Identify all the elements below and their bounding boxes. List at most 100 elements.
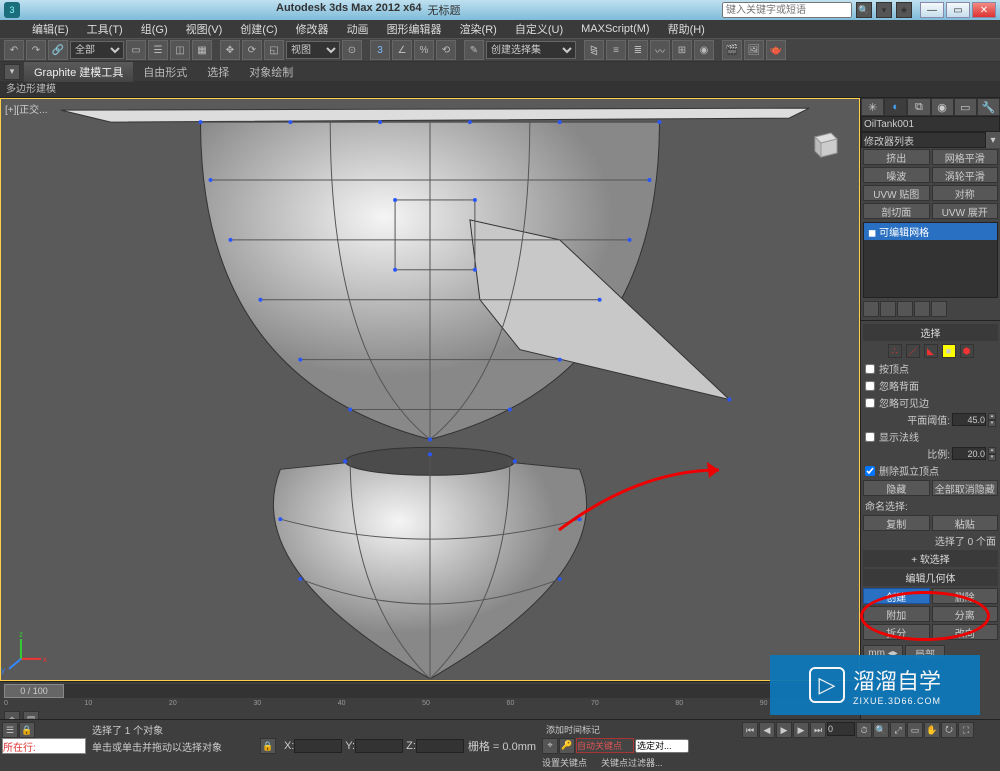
ribbon-tab-paint[interactable]: 对象绘制 (239, 62, 303, 82)
menu-tools[interactable]: 工具(T) (79, 20, 131, 38)
link-icon[interactable]: 🔗 (48, 40, 68, 60)
attach-button[interactable]: 附加 (863, 606, 930, 622)
select-region-icon[interactable]: ◫ (170, 40, 190, 60)
curve-editor-icon[interactable]: 〰 (650, 40, 670, 60)
ribbon-panel-label[interactable]: 多边形建模 (0, 82, 1000, 98)
search-go-icon[interactable]: 🔍 (856, 2, 872, 18)
key-filter-button[interactable]: 关键点过滤器... (601, 756, 681, 769)
auto-key-button[interactable]: 自动关键点 (576, 738, 634, 753)
panel-tab-hierarchy[interactable]: ⧉ (907, 98, 930, 116)
align-icon[interactable]: ≡ (606, 40, 626, 60)
panel-tab-motion[interactable]: ◉ (931, 98, 954, 116)
prev-frame-icon[interactable]: ◀ (759, 722, 775, 738)
select-name-icon[interactable]: ☰ (148, 40, 168, 60)
material-icon[interactable]: ◉ (694, 40, 714, 60)
stack-pin-icon[interactable] (863, 301, 879, 317)
maxscript-mini-icon[interactable]: ☰ (2, 722, 18, 738)
play-icon[interactable]: ▶ (776, 722, 792, 738)
render-icon[interactable]: 🫖 (766, 40, 786, 60)
by-vertex-check[interactable] (865, 364, 875, 374)
angle-snap-icon[interactable]: ∠ (392, 40, 412, 60)
mod-slice[interactable]: 剖切面 (863, 203, 930, 219)
mod-meshsmooth[interactable]: 网格平滑 (932, 149, 999, 165)
goto-end-icon[interactable]: ⏭ (810, 722, 826, 738)
rollout-editgeo[interactable]: 编辑几何体 (863, 569, 998, 586)
isolate-icon[interactable]: ⌖ (542, 738, 558, 754)
spinner-snap-icon[interactable]: ⟲ (436, 40, 456, 60)
mod-uvwmap[interactable]: UVW 贴图 (863, 185, 930, 201)
pan-icon[interactable]: ✋ (924, 722, 940, 738)
set-key-button[interactable]: 设置关键点 (542, 756, 600, 769)
ribbon-tab-select[interactable]: 选择 (197, 62, 239, 82)
turn-button[interactable]: 改向 (932, 624, 999, 640)
time-slider[interactable]: 0 / 100 0102030405060708090100 ⌖ ▤ (0, 681, 860, 719)
zoom-ext-icon[interactable]: 🔍 (873, 722, 889, 738)
selection-filter[interactable]: 全部 (70, 41, 124, 59)
move-icon[interactable]: ✥ (220, 40, 240, 60)
percent-snap-icon[interactable]: % (414, 40, 434, 60)
select-icon[interactable]: ▭ (126, 40, 146, 60)
window-crossing-icon[interactable]: ▦ (192, 40, 212, 60)
stack-unique-icon[interactable] (897, 301, 913, 317)
mod-noise[interactable]: 噪波 (863, 167, 930, 183)
key-icon[interactable]: 🔑 (559, 738, 575, 754)
stack-remove-icon[interactable] (914, 301, 930, 317)
menu-modifier[interactable]: 修改器 (288, 20, 337, 38)
menu-maxscript[interactable]: MAXScript(M) (573, 22, 657, 36)
max-button[interactable]: ▭ (946, 2, 970, 18)
help-dropdown-icon[interactable]: ▾ (876, 2, 892, 18)
mod-symmetry[interactable]: 对称 (932, 185, 999, 201)
subobj-face-icon[interactable]: ◣ (924, 344, 938, 358)
viewport-label[interactable]: [+][正交... (5, 101, 48, 116)
zoom-all-icon[interactable]: ⤢ (890, 722, 906, 738)
delete-button[interactable]: 删除 (932, 588, 999, 604)
detach-button[interactable]: 分离 (932, 606, 999, 622)
delete-iso-check[interactable] (865, 466, 875, 476)
rollout-softsel[interactable]: + 软选择 (863, 550, 998, 567)
menu-anim[interactable]: 动画 (339, 20, 377, 38)
show-normals-check[interactable] (865, 432, 875, 442)
modifier-dropdown-icon[interactable]: ▾ (986, 132, 1000, 148)
key-selset-input[interactable] (635, 739, 689, 753)
y-input[interactable] (355, 739, 403, 753)
viewport[interactable]: [+][正交... (0, 98, 860, 681)
hide-button[interactable]: 隐藏 (863, 480, 930, 496)
mirror-icon[interactable]: ⧎ (584, 40, 604, 60)
menu-edit[interactable]: 编辑(E) (24, 20, 77, 38)
mod-unwrap[interactable]: UVW 展开 (932, 203, 999, 219)
modifier-stack[interactable]: ◼ 可编辑网格 (863, 222, 998, 298)
ignore-vis-check[interactable] (865, 398, 875, 408)
ignore-back-check[interactable] (865, 381, 875, 391)
app-logo-icon[interactable]: 3 (4, 2, 20, 18)
menu-render[interactable]: 渲染(R) (452, 20, 505, 38)
help-search-input[interactable] (722, 2, 852, 18)
undo-icon[interactable]: ↶ (4, 40, 24, 60)
menu-help[interactable]: 帮助(H) (660, 20, 713, 38)
ribbon-tab-freeform[interactable]: 自由形式 (133, 62, 197, 82)
maxscript-listener-input[interactable] (2, 738, 86, 754)
stack-item-editmesh[interactable]: ◼ 可编辑网格 (864, 223, 997, 240)
maximize-vp-icon[interactable]: ⛶ (958, 722, 974, 738)
z-input[interactable] (416, 739, 464, 753)
add-time-tag[interactable]: 添加时间标记 (546, 723, 738, 736)
close-button[interactable]: ✕ (972, 2, 996, 18)
mod-extrude[interactable]: 挤出 (863, 149, 930, 165)
orbit-icon[interactable]: ⭮ (941, 722, 957, 738)
subobj-vertex-icon[interactable]: ∴ (888, 344, 902, 358)
render-frame-icon[interactable]: 🖼 (744, 40, 764, 60)
menu-view[interactable]: 视图(V) (178, 20, 231, 38)
snap-icon[interactable]: 3 (370, 40, 390, 60)
next-frame-icon[interactable]: ▶ (793, 722, 809, 738)
subobj-edge-icon[interactable]: ／ (906, 344, 920, 358)
copy-sel-button[interactable]: 复制 (863, 515, 930, 531)
min-button[interactable]: — (920, 2, 944, 18)
unhide-button[interactable]: 全部取消隐藏 (932, 480, 999, 496)
split-button[interactable]: 拆分 (863, 624, 930, 640)
menu-custom[interactable]: 自定义(U) (507, 20, 571, 38)
normal-scale-input[interactable] (952, 447, 986, 460)
current-frame-input[interactable] (827, 722, 855, 736)
x-input[interactable] (294, 739, 342, 753)
pivot-icon[interactable]: ⊙ (342, 40, 362, 60)
subobj-element-icon[interactable]: ⬢ (960, 344, 974, 358)
panel-tab-util[interactable]: 🔧 (977, 98, 1000, 116)
